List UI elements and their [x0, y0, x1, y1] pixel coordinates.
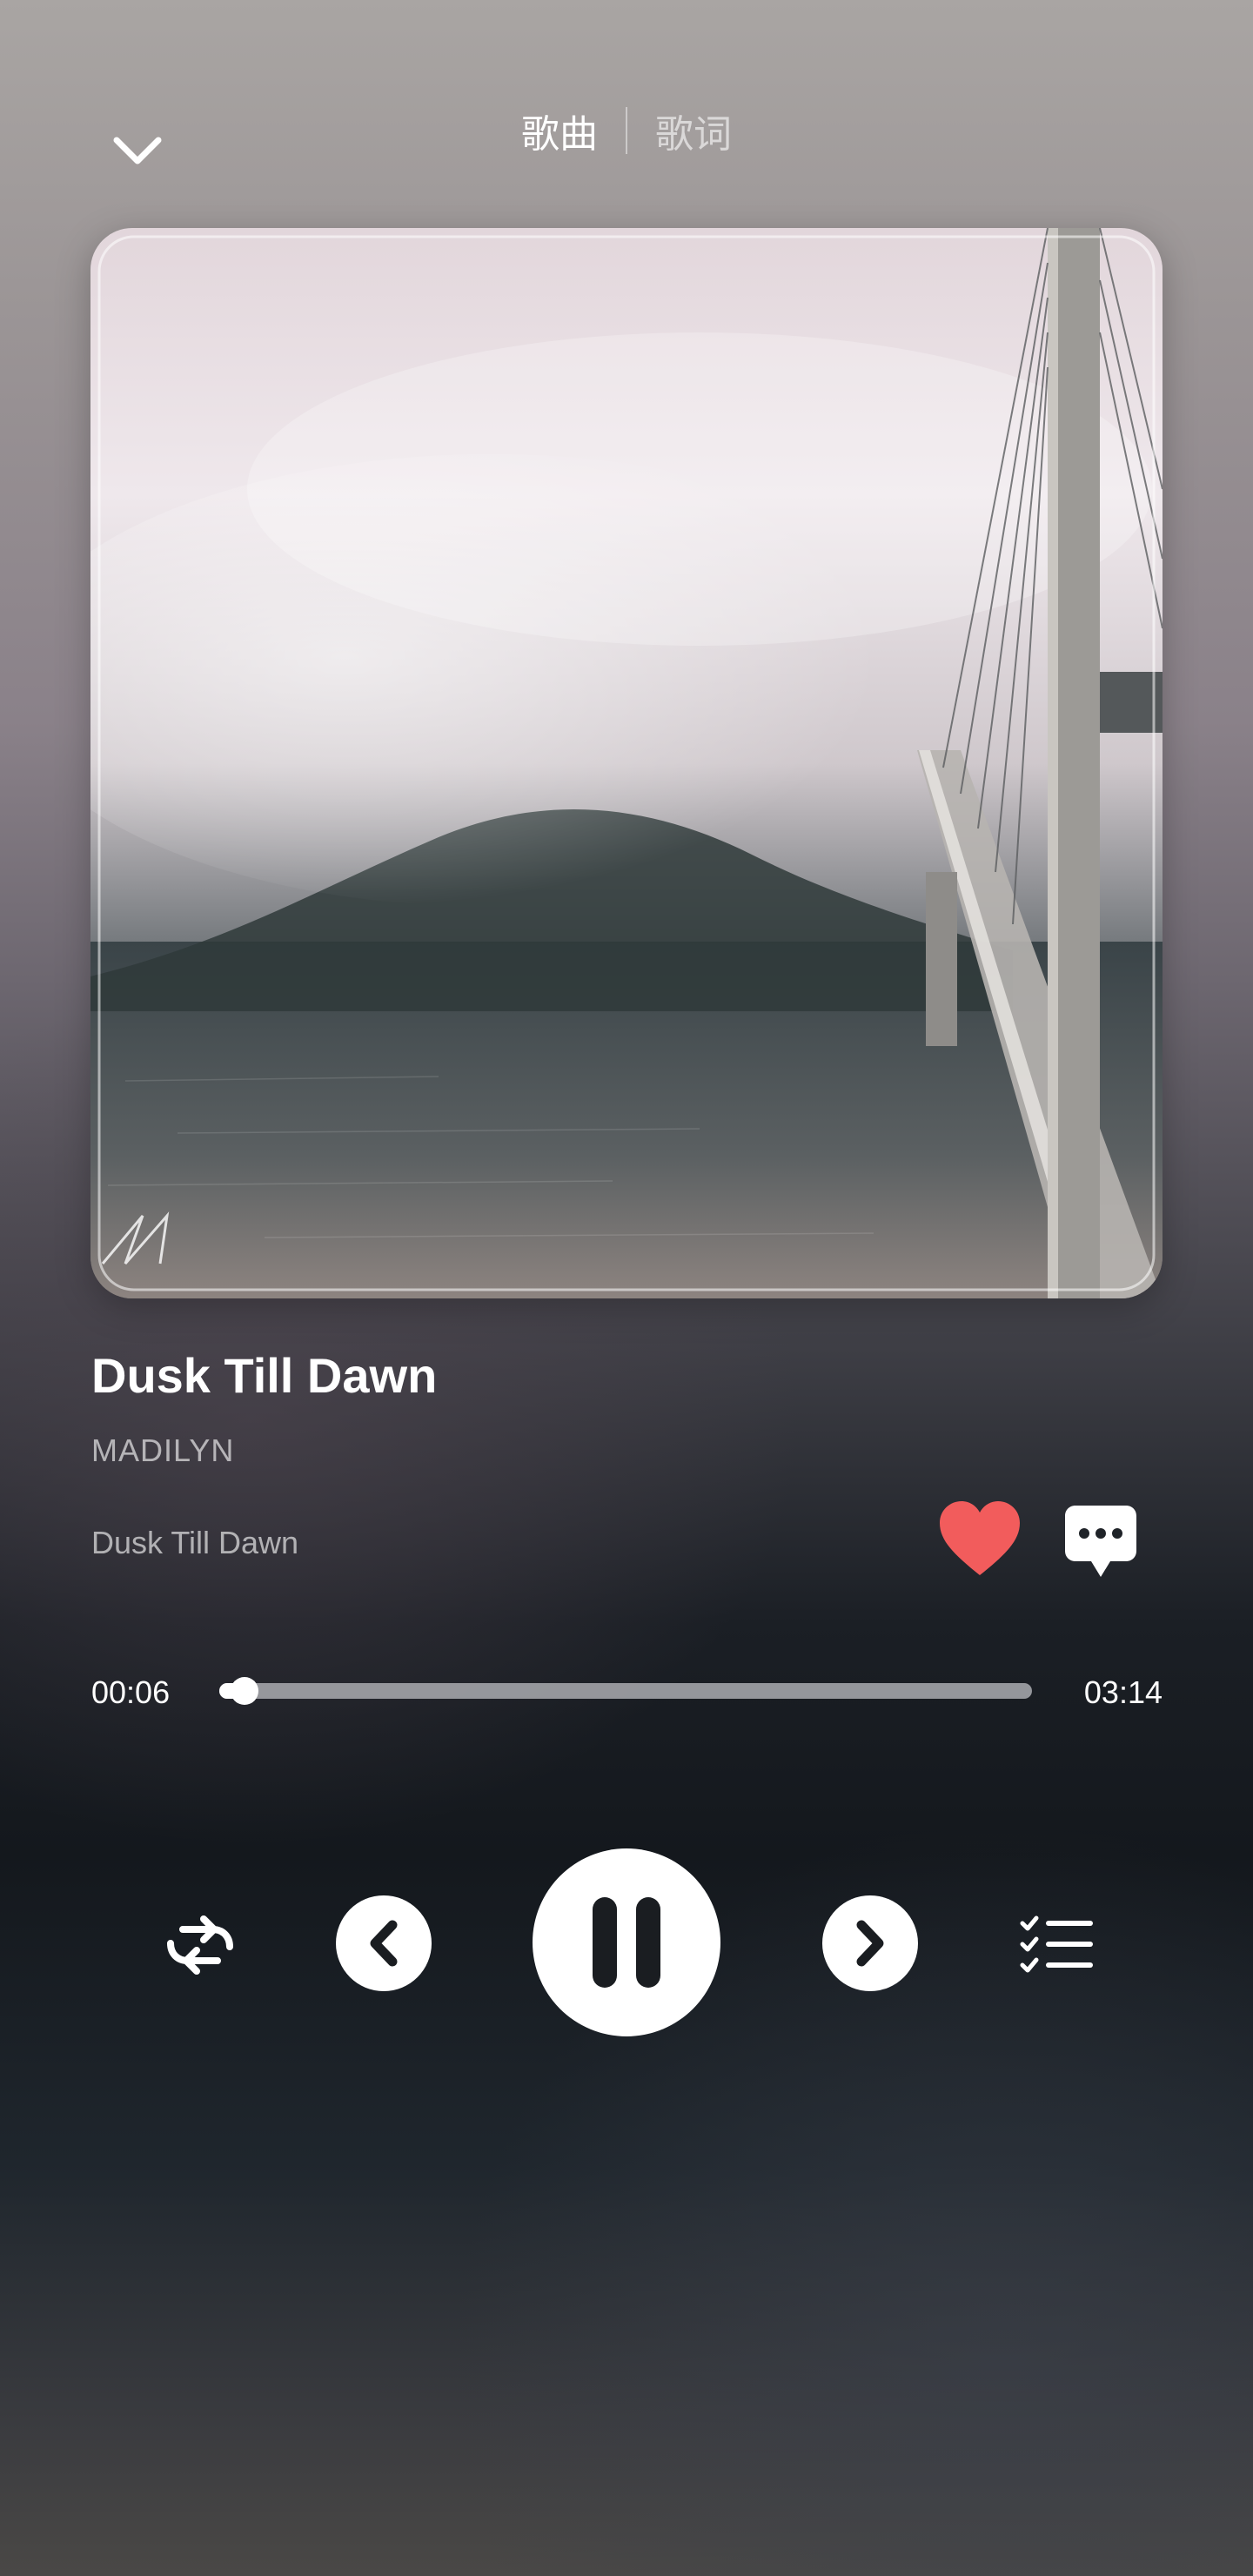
next-button[interactable] [822, 1895, 918, 1991]
album-name[interactable]: Dusk Till Dawn [91, 1525, 298, 1561]
progress-thumb[interactable] [230, 1677, 258, 1705]
playlist-button[interactable] [1013, 1906, 1100, 1984]
current-time: 00:06 [91, 1674, 171, 1710]
playlist-icon [1020, 1915, 1093, 1973]
like-button[interactable] [936, 1499, 1023, 1579]
play-pause-button[interactable] [533, 1848, 720, 2036]
heart-icon [940, 1501, 1020, 1575]
pause-icon [593, 1897, 660, 1988]
tab-lyrics[interactable]: 歌词 [627, 103, 760, 158]
previous-button[interactable] [336, 1895, 432, 1991]
album-cover-image [90, 228, 1163, 1298]
album-cover [90, 228, 1163, 1298]
top-bar: 歌曲 歌词 [0, 0, 1253, 226]
previous-icon [370, 1920, 398, 1967]
comment-button[interactable] [1063, 1502, 1138, 1582]
comment-icon [1065, 1506, 1136, 1577]
artist-name[interactable]: MADILYN [91, 1432, 234, 1469]
progress-slider[interactable] [219, 1677, 1032, 1705]
repeat-button[interactable] [157, 1906, 244, 1984]
tab-song[interactable]: 歌曲 [493, 103, 626, 158]
view-tabs: 歌曲 歌词 [0, 103, 1253, 158]
total-time: 03:14 [1083, 1674, 1163, 1710]
song-title: Dusk Till Dawn [91, 1348, 438, 1403]
repeat-icon [167, 1915, 233, 1975]
next-icon [856, 1920, 884, 1967]
